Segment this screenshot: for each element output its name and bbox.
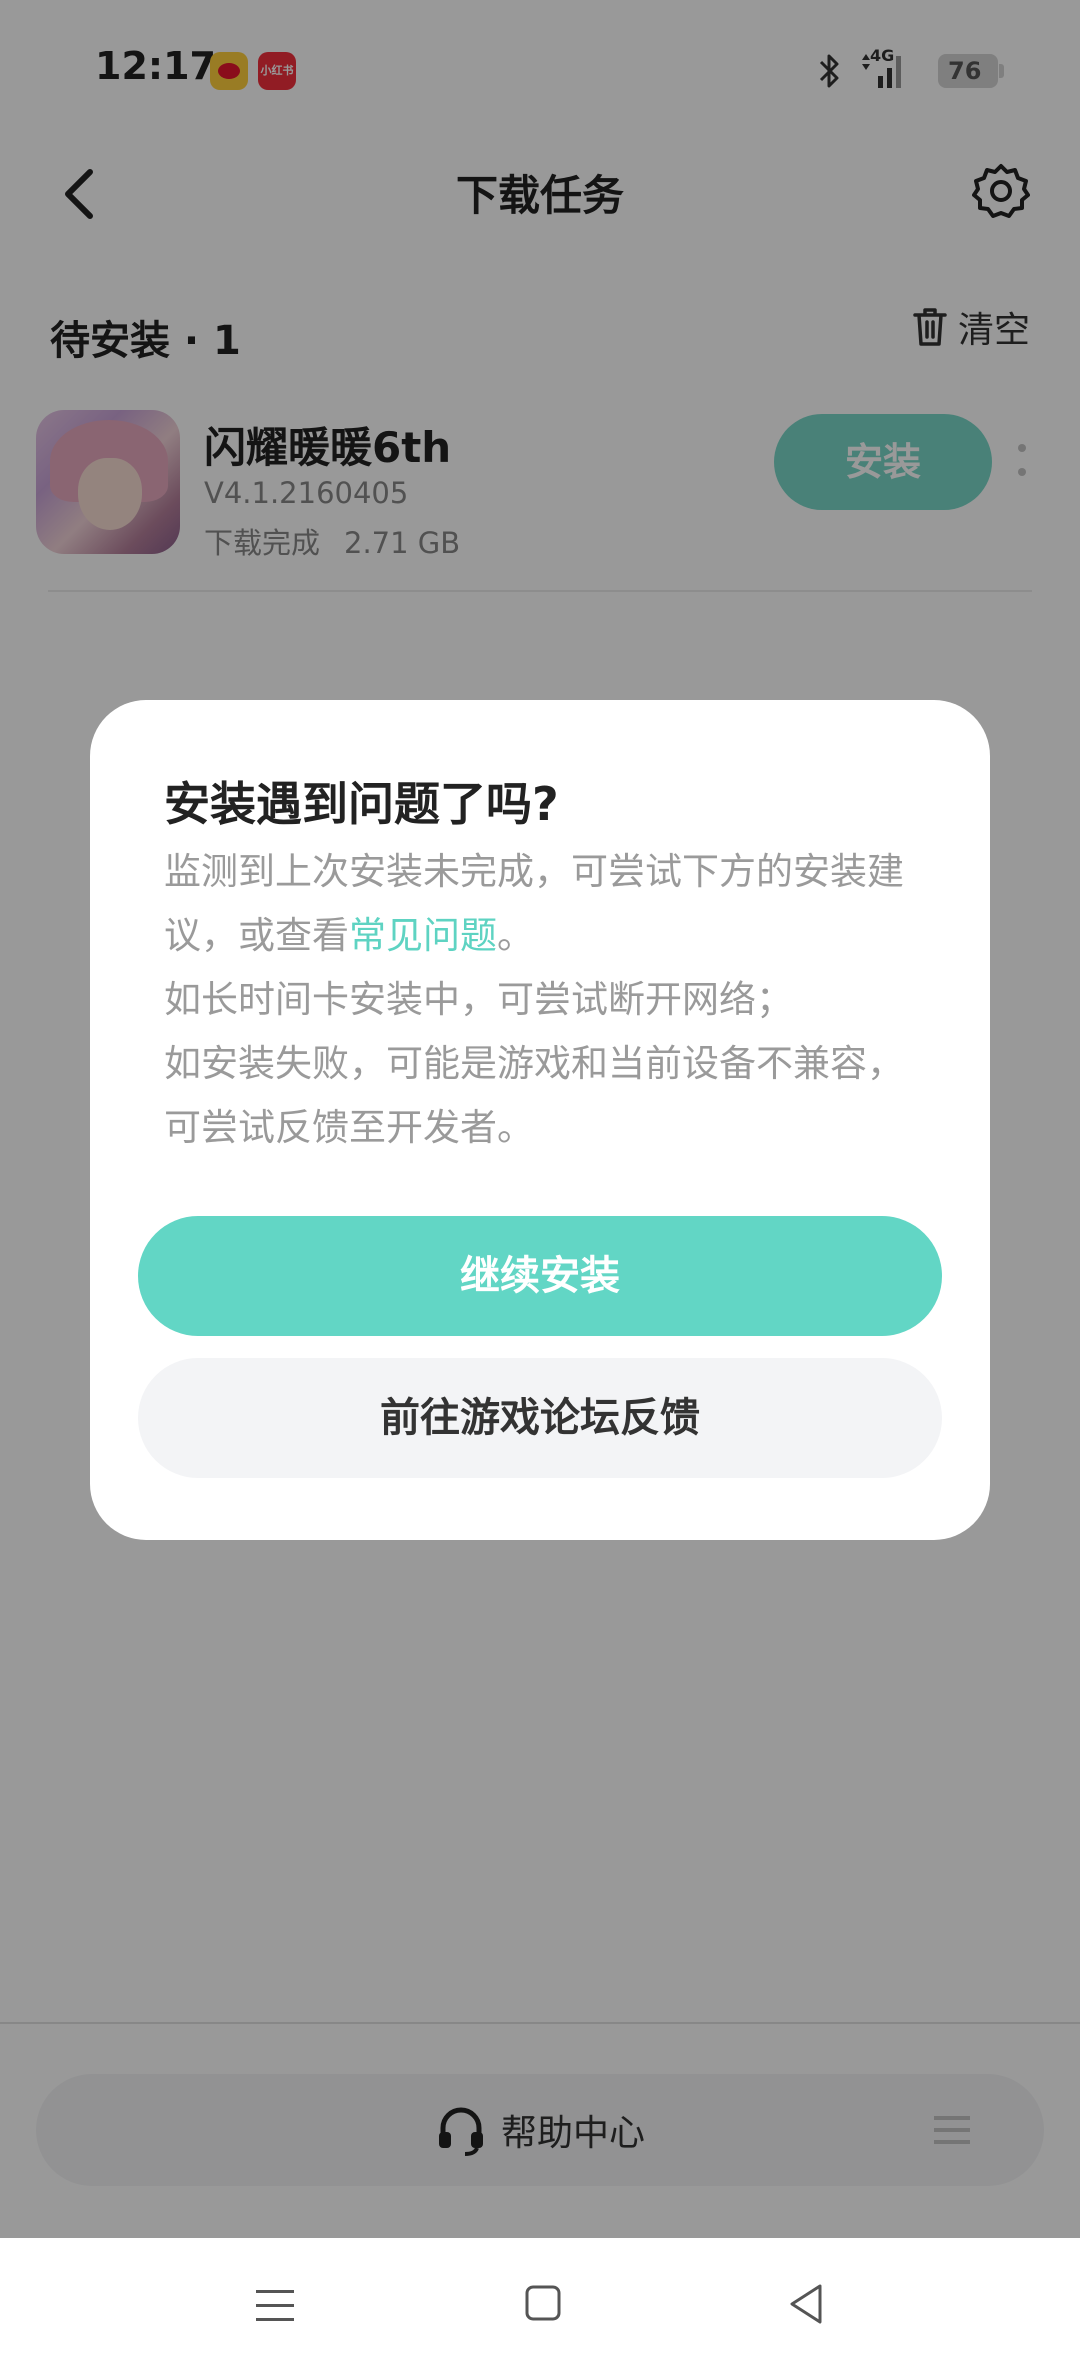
forum-feedback-button[interactable]: 前往游戏论坛反馈 [138, 1358, 942, 1478]
faq-link[interactable]: 常见问题 [349, 914, 497, 957]
recent-apps-icon[interactable] [254, 2284, 296, 2326]
install-problem-dialog: 安装遇到问题了吗? 监测到上次安装未完成，可尝试下方的安装建议，或查看常见问题。… [90, 700, 990, 1540]
dialog-body-text-1: 监测到上次安装未完成，可尝试下方的安装建议，或查看 [164, 850, 904, 957]
dialog-title: 安装遇到问题了吗? [164, 777, 559, 831]
dialog-body-text-3: 如长时间卡安装中，可尝试断开网络； [164, 978, 793, 1021]
dialog-body: 监测到上次安装未完成，可尝试下方的安装建议，或查看常见问题。 如长时间卡安装中，… [164, 840, 924, 1160]
dialog-body-text-4: 如安装失败，可能是游戏和当前设备不兼容，可尝试反馈至开发者。 [164, 1042, 904, 1149]
back-triangle-icon[interactable] [786, 2282, 826, 2326]
screen: 12:17 小红书 4G 76 下载任务 待安装 · 1 清空 闪耀暖暖6th … [0, 0, 1080, 2373]
system-nav-bar [0, 2238, 1080, 2373]
continue-install-button[interactable]: 继续安装 [138, 1216, 942, 1336]
home-icon[interactable] [524, 2284, 562, 2322]
dialog-body-text-2: 。 [497, 914, 534, 957]
